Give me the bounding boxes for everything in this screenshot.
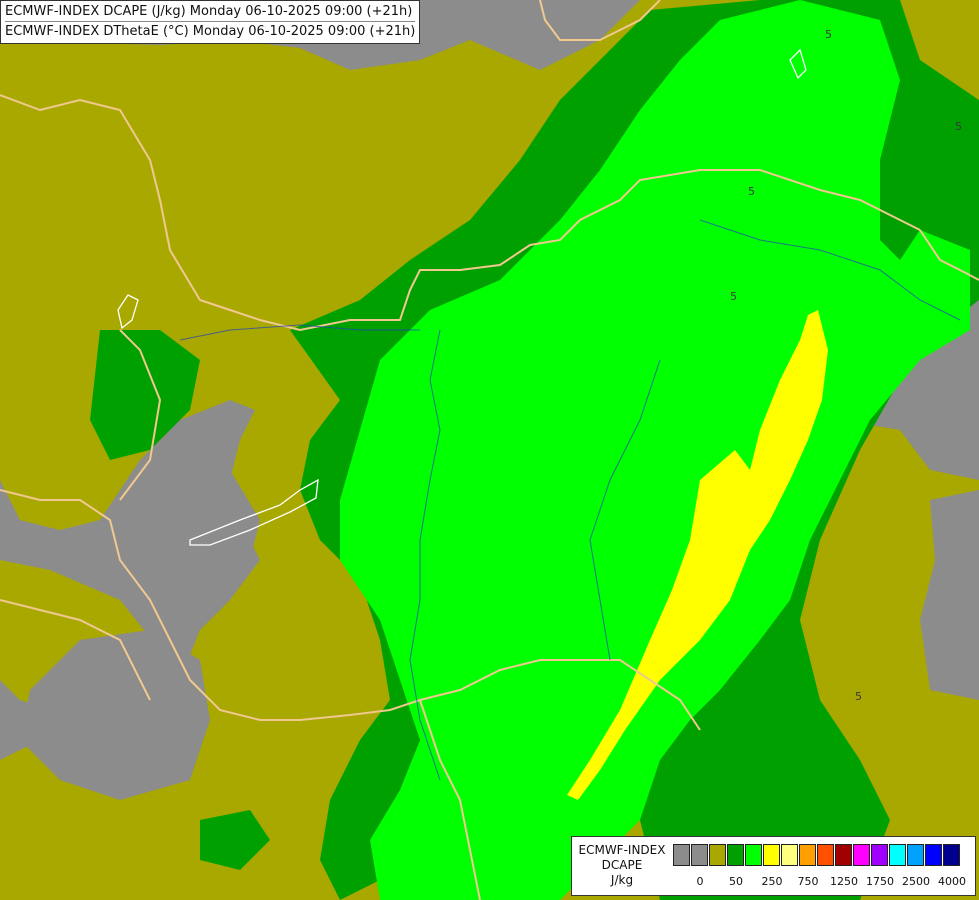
legend-swatch <box>889 844 906 866</box>
legend-swatch <box>673 844 690 866</box>
map-title-line: ECMWF-INDEX DCAPE (J/kg) Monday 06-10-20… <box>5 4 413 19</box>
legend-swatch <box>763 844 780 866</box>
legend-swatch <box>943 844 960 866</box>
legend-tick-label: 1750 <box>866 875 894 888</box>
legend-tick-label: 1250 <box>830 875 858 888</box>
legend-swatch <box>781 844 798 866</box>
contour-label: 5 <box>730 290 737 303</box>
legend-tick-label: 50 <box>729 875 743 888</box>
legend-swatch <box>709 844 726 866</box>
legend-tick-label: 4000 <box>938 875 966 888</box>
legend-tick-label: 2500 <box>902 875 930 888</box>
legend-ticks: 0 50 250 750 1250 1750 2500 4000 <box>673 875 973 891</box>
legend-tick-label: 0 <box>696 875 704 888</box>
legend-tick-label: 750 <box>797 875 819 888</box>
contour-label: 5 <box>955 120 962 133</box>
legend-swatch <box>799 844 816 866</box>
legend-title: ECMWF-INDEX DCAPE J/kg <box>574 843 670 888</box>
legend-swatch <box>817 844 834 866</box>
legend-tick-label: 250 <box>761 875 783 888</box>
map-title-line: ECMWF-INDEX DThetaE (°C) Monday 06-10-20… <box>5 21 416 41</box>
legend-title-line: J/kg <box>610 873 634 887</box>
legend-swatch <box>691 844 708 866</box>
forecast-map: 5 5 5 5 5 ECMWF-INDEX DCAPE (J/kg) Monda… <box>0 0 979 900</box>
dcape-map-svg: 5 5 5 5 5 <box>0 0 979 900</box>
legend-swatch <box>727 844 744 866</box>
contour-label: 5 <box>748 185 755 198</box>
legend-swatch <box>871 844 888 866</box>
legend-swatch <box>907 844 924 866</box>
map-title-box: ECMWF-INDEX DCAPE (J/kg) Monday 06-10-20… <box>0 0 421 44</box>
color-legend: ECMWF-INDEX DCAPE J/kg 0 50 250 750 1250 1750… <box>571 836 976 896</box>
contour-label: 5 <box>825 28 832 41</box>
legend-title-line: DCAPE <box>601 858 643 872</box>
legend-title-line: ECMWF-INDEX <box>578 843 666 857</box>
legend-swatch <box>835 844 852 866</box>
contour-label: 5 <box>855 690 862 703</box>
legend-swatch <box>853 844 870 866</box>
legend-swatch <box>745 844 762 866</box>
legend-swatch <box>925 844 942 866</box>
legend-swatches <box>673 844 961 866</box>
